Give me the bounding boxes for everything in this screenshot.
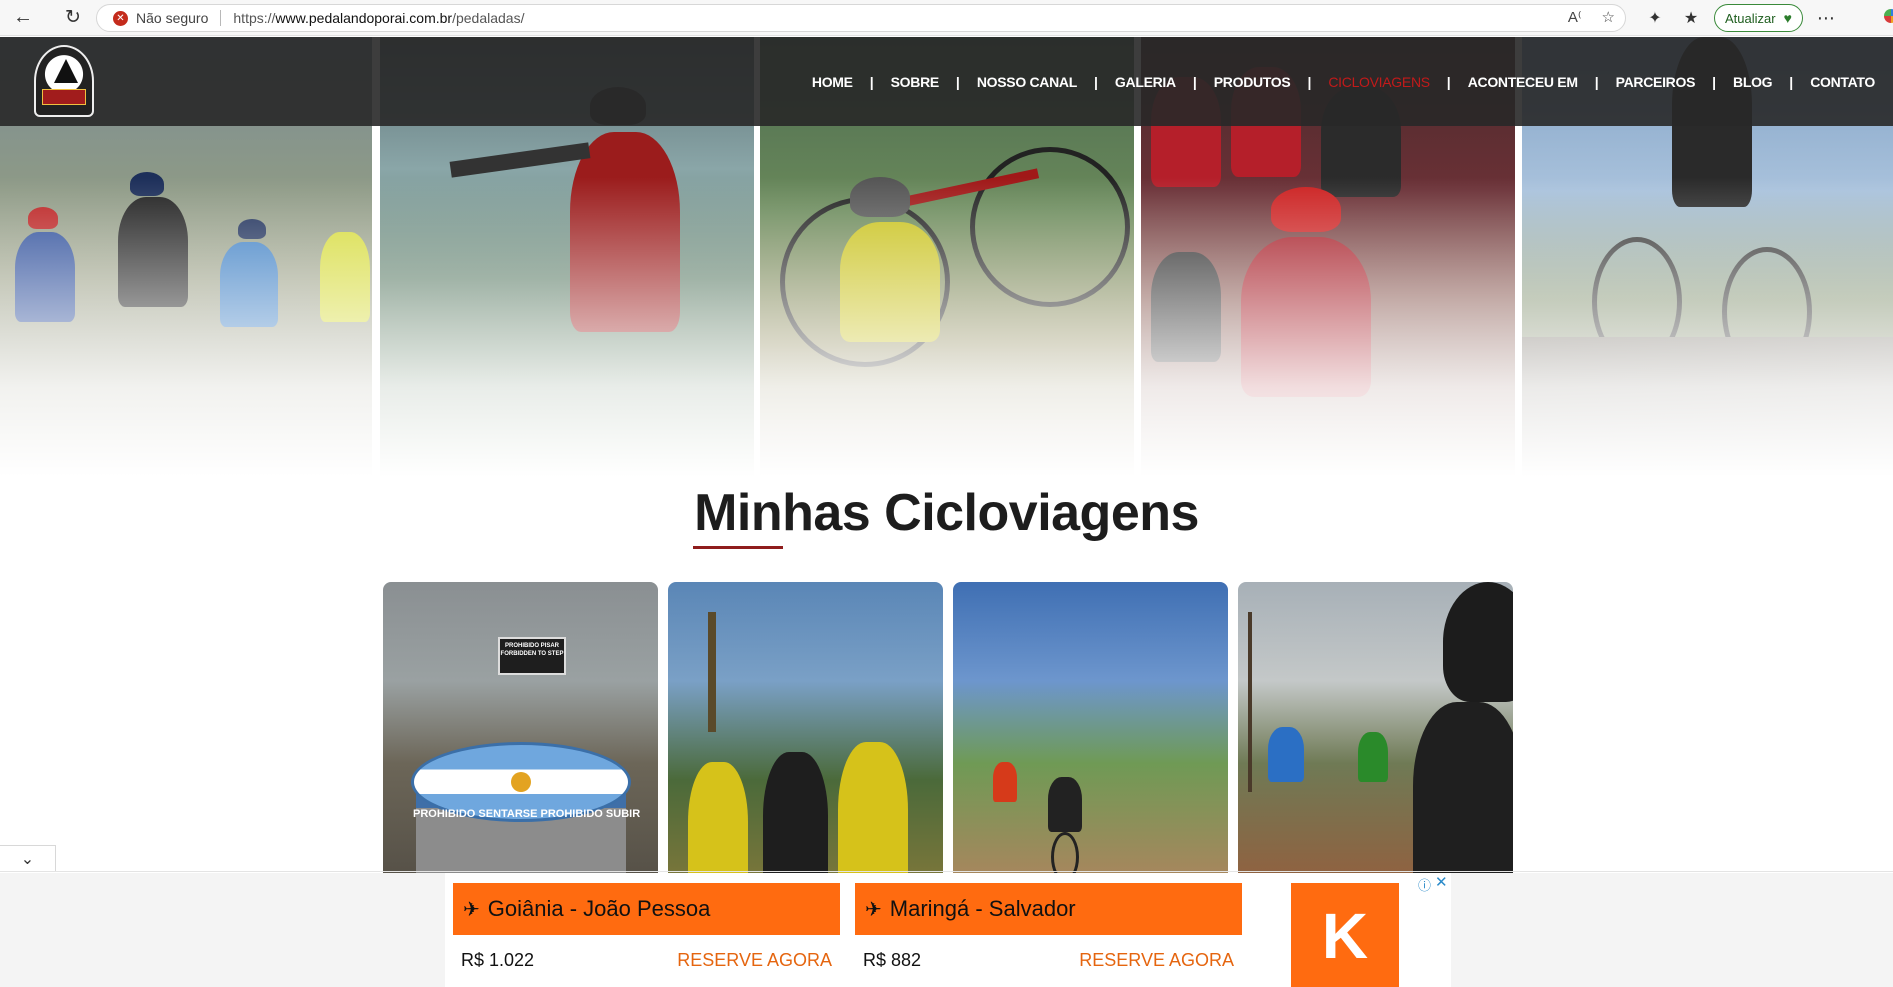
nav-separator: |: [1307, 73, 1312, 90]
nav-item-home[interactable]: HOME: [812, 74, 853, 90]
copilot-icon[interactable]: [1884, 9, 1893, 23]
prohibited-sign: PROHIBIDO PISAR FORBIDDEN TO STEP: [498, 637, 566, 675]
trip-card-4[interactable]: [1238, 582, 1513, 912]
trip-gallery: PROHIBIDO PISAR FORBIDDEN TO STEP PROHIB…: [383, 582, 1513, 912]
reserve-button[interactable]: RESERVE AGORA: [677, 950, 832, 971]
logo-tree-icon: [54, 59, 78, 83]
nav-item-parceiros[interactable]: PARCEIROS: [1616, 74, 1696, 90]
update-label: Atualizar: [1725, 10, 1776, 26]
nav-item-sobre[interactable]: SOBRE: [891, 74, 940, 90]
nav-item-cicloviagens[interactable]: CICLOVIAGENS: [1328, 74, 1430, 90]
ad-card-1[interactable]: ✈ Goiânia - João Pessoa R$ 1.022 RESERVE…: [453, 883, 840, 985]
ad-price-row: R$ 882 RESERVE AGORA: [855, 935, 1242, 985]
sun-icon: [511, 772, 531, 792]
url-host: www.pedalandoporai.com.br: [275, 10, 453, 26]
kayak-logo[interactable]: K: [1291, 883, 1399, 987]
title-underline: [693, 546, 783, 549]
security-label[interactable]: Não seguro: [136, 10, 208, 26]
favorites-icon[interactable]: ★: [1676, 3, 1706, 33]
airplane-icon: ✈: [865, 898, 882, 921]
address-actions: A⁽ ☆: [1568, 8, 1615, 26]
health-icon: ♥: [1783, 10, 1792, 26]
address-divider: [220, 10, 222, 26]
trip-card-3[interactable]: [953, 582, 1228, 912]
back-icon[interactable]: ←: [6, 1, 40, 35]
nav-separator: |: [1712, 73, 1717, 90]
trip-card-1[interactable]: PROHIBIDO PISAR FORBIDDEN TO STEP PROHIB…: [383, 582, 658, 912]
nav-item-blog[interactable]: BLOG: [1733, 74, 1773, 90]
ad-price-row: R$ 1.022 RESERVE AGORA: [453, 935, 840, 985]
nav-item-aconteceu-em[interactable]: ACONTECEU EM: [1468, 74, 1578, 90]
more-options-icon[interactable]: ⋯: [1817, 8, 1835, 29]
ad-price: R$ 1.022: [461, 949, 535, 970]
ad-divider: [0, 871, 1893, 872]
update-button[interactable]: Atualizar ♥: [1714, 4, 1803, 32]
hero-fade: [1522, 177, 1893, 477]
nav-separator: |: [1192, 73, 1197, 90]
page: HOME | SOBRE | NOSSO CANAL | GALERIA | PRODUTOS |…: [0, 37, 1893, 987]
helmet-shape: [1443, 582, 1513, 702]
hero-fade: [380, 177, 754, 477]
nav-separator: |: [1594, 73, 1599, 90]
chevron-down-icon: ⌄: [20, 850, 35, 868]
nav-separator: |: [869, 73, 874, 90]
palm-trunk-shape: [708, 612, 716, 732]
nav-separator: |: [1446, 73, 1451, 90]
reserve-button[interactable]: RESERVE AGORA: [1079, 950, 1234, 971]
ad-banner: ✈ Goiânia - João Pessoa R$ 1.022 RESERVE…: [0, 873, 1893, 987]
site-logo[interactable]: [33, 43, 95, 119]
main-nav: HOME | SOBRE | NOSSO CANAL | GALERIA | PRODUTOS |…: [812, 37, 1875, 126]
ad-close-icon[interactable]: ✕: [1435, 873, 1448, 891]
nav-separator: |: [1789, 73, 1794, 90]
extensions-icon[interactable]: ✦: [1640, 3, 1670, 33]
site-header: HOME | SOBRE | NOSSO CANAL | GALERIA | PRODUTOS |…: [0, 37, 1893, 126]
nav-item-produtos[interactable]: PRODUTOS: [1214, 74, 1291, 90]
logo-band: [42, 89, 86, 105]
hero-fade: [0, 177, 372, 477]
ad-route[interactable]: ✈ Goiânia - João Pessoa: [453, 883, 840, 935]
refresh-icon[interactable]: ↻: [56, 1, 90, 35]
hero-fade: [1141, 177, 1515, 477]
url-text[interactable]: https://www.pedalandoporai.com.br/pedala…: [233, 10, 524, 26]
nav-item-nosso-canal[interactable]: NOSSO CANAL: [977, 74, 1077, 90]
trip-card-2[interactable]: [668, 582, 943, 912]
browser-right-tools: ✦ ★ Atualizar ♥ ⋯: [1640, 3, 1835, 33]
browser-toolbar: ← ↻ ✕ Não seguro https://www.pedalandopo…: [0, 0, 1893, 36]
url-path: /pedaladas/: [452, 10, 525, 26]
section-title: Minhas Cicloviagens: [694, 484, 1199, 542]
ad-route[interactable]: ✈ Maringá - Salvador: [855, 883, 1242, 935]
read-aloud-icon[interactable]: A⁽: [1568, 8, 1582, 26]
ad-route-label: Maringá - Salvador: [889, 896, 1076, 921]
rider-shape: [1358, 732, 1388, 782]
nav-item-contato[interactable]: CONTATO: [1810, 74, 1875, 90]
utility-pole-shape: [1248, 612, 1252, 792]
logo-badge: [34, 45, 94, 117]
ad-price: R$ 882: [863, 949, 922, 970]
url-prefix: https://: [233, 10, 276, 26]
table-text: PROHIBIDO SENTARSE PROHIBIDO SUBIR: [413, 808, 641, 820]
airplane-icon: ✈: [463, 898, 480, 921]
not-secure-icon[interactable]: ✕: [113, 10, 128, 26]
rider-shape: [1048, 777, 1082, 832]
nav-item-galeria[interactable]: GALERIA: [1115, 74, 1176, 90]
rider-shape: [1268, 727, 1304, 782]
collapse-ad-toggle[interactable]: ⌄: [0, 845, 56, 871]
ad-info-icon[interactable]: ⓘ: [1418, 875, 1431, 894]
favorite-star-icon[interactable]: ☆: [1602, 8, 1615, 26]
address-bar[interactable]: ✕ Não seguro https://www.pedalandoporai.…: [96, 4, 1626, 32]
ad-route-label: Goiânia - João Pessoa: [487, 896, 711, 921]
nav-separator: |: [955, 73, 960, 90]
nav-separator: |: [1094, 73, 1098, 90]
arm-shape: [449, 142, 591, 178]
rider-shape: [993, 762, 1017, 802]
ad-content: ✈ Goiânia - João Pessoa R$ 1.022 RESERVE…: [445, 873, 1451, 987]
hero-fade: [760, 177, 1134, 477]
ad-card-2[interactable]: ✈ Maringá - Salvador R$ 882 RESERVE AGOR…: [855, 883, 1242, 985]
